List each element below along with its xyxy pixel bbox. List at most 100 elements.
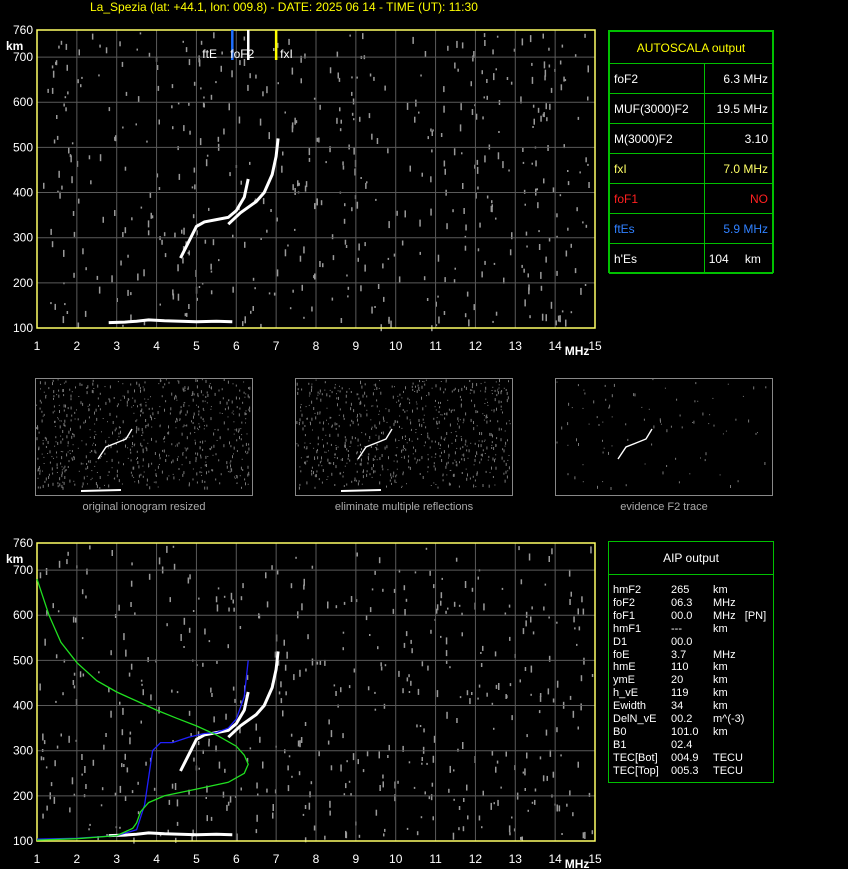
noise-dot xyxy=(523,189,526,194)
noise-dot xyxy=(570,311,573,314)
thumb-dot xyxy=(396,401,398,403)
thumb-dot xyxy=(74,411,76,414)
noise-dot xyxy=(559,60,562,65)
thumb-dot xyxy=(337,446,339,448)
x-tick-label: 12 xyxy=(469,339,483,353)
thumb-dot xyxy=(486,420,488,424)
thumb-dot xyxy=(155,475,157,477)
thumb-dot xyxy=(325,434,327,436)
noise-dot xyxy=(140,679,143,682)
thumb-dot xyxy=(154,452,156,455)
noise-dot xyxy=(566,803,568,807)
noise-dot xyxy=(445,650,448,657)
thumb-dot xyxy=(660,419,661,423)
thumb-dot xyxy=(53,397,54,400)
thumb-dot xyxy=(447,399,449,401)
thumb-dot xyxy=(241,434,243,436)
thumb-dot xyxy=(176,443,178,446)
thumb-dot xyxy=(176,458,178,461)
thumb-dot xyxy=(63,394,65,397)
thumb-dot xyxy=(462,472,463,474)
noise-dot xyxy=(313,275,315,279)
thumb-dot xyxy=(134,481,136,483)
thumb-dot xyxy=(309,421,311,423)
thumb-dot xyxy=(415,429,417,430)
noise-dot xyxy=(408,691,411,693)
thumb-dot xyxy=(41,419,43,423)
thumb-dot xyxy=(95,408,97,412)
noise-dot xyxy=(72,616,75,623)
thumb-dot xyxy=(445,379,447,382)
thumb-dot xyxy=(184,386,186,390)
noise-dot xyxy=(576,643,578,646)
thumb-dot xyxy=(99,476,101,479)
noise-dot xyxy=(538,230,540,233)
thumb-dot xyxy=(598,424,600,426)
thumb-dot xyxy=(60,462,62,465)
thumb-dot xyxy=(73,480,75,482)
noise-dot xyxy=(281,165,283,173)
thumb-dot xyxy=(435,453,437,456)
thumb-dot xyxy=(372,458,374,461)
thumb-dot xyxy=(422,407,424,411)
thumb-dot xyxy=(67,441,69,445)
thumb-dot xyxy=(382,431,384,435)
thumb-dot xyxy=(108,471,110,473)
noise-dot xyxy=(84,310,87,317)
noise-dot xyxy=(161,239,163,245)
noise-dot xyxy=(72,680,75,685)
thumb-dot xyxy=(306,418,307,420)
thumb-dot xyxy=(406,410,408,412)
noise-dot xyxy=(169,597,171,603)
thumb-dot xyxy=(229,462,231,464)
thumb-dot xyxy=(315,379,317,381)
thumb-dot xyxy=(393,471,395,475)
noise-dot xyxy=(98,671,100,674)
thumb-dot xyxy=(372,405,374,407)
noise-dot xyxy=(292,289,294,293)
thumb-dot xyxy=(213,432,215,436)
noise-dot xyxy=(524,667,527,671)
thumb-dot xyxy=(108,444,109,446)
noise-dot xyxy=(265,572,267,579)
thumb-dot xyxy=(99,392,101,395)
noise-dot xyxy=(272,812,274,819)
thumb-dot xyxy=(167,432,169,435)
thumb-dot xyxy=(193,415,194,419)
thumb-dot xyxy=(440,414,442,416)
noise-dot xyxy=(286,651,288,659)
thumb-dot xyxy=(189,461,191,464)
thumb-dot xyxy=(340,472,342,475)
noise-dot xyxy=(398,670,400,677)
noise-dot xyxy=(587,65,589,73)
thumb-dot xyxy=(345,438,347,442)
thumb-dot xyxy=(199,471,201,474)
thumb-dot xyxy=(660,423,662,425)
thumb-dot xyxy=(143,388,145,392)
thumb-dot xyxy=(390,473,392,477)
thumb-dot xyxy=(72,433,74,435)
thumb-dot xyxy=(70,427,71,431)
thumb-dot xyxy=(504,430,506,432)
thumb-dot xyxy=(443,450,445,454)
thumb-dot xyxy=(360,462,362,466)
thumb-dot xyxy=(131,474,133,477)
x-tick-label: 6 xyxy=(233,852,240,866)
thumb-dot xyxy=(381,431,382,434)
noise-dot xyxy=(545,103,547,110)
thumb-dot xyxy=(506,399,508,403)
thumb-dot xyxy=(445,381,447,383)
thumb-dot xyxy=(330,462,332,464)
thumb-dot xyxy=(319,393,321,395)
thumb-dot xyxy=(63,404,65,408)
thumb-dot xyxy=(376,399,378,402)
thumb-dot xyxy=(692,422,694,423)
noise-dot xyxy=(351,207,353,212)
thumb-dot xyxy=(495,444,497,447)
noise-dot xyxy=(303,584,305,590)
thumb-dot xyxy=(183,402,185,404)
x-tick-label: 5 xyxy=(193,852,200,866)
aip-key: h_vE xyxy=(613,687,639,700)
noise-dot xyxy=(577,116,580,120)
thumb-dot xyxy=(346,390,348,393)
